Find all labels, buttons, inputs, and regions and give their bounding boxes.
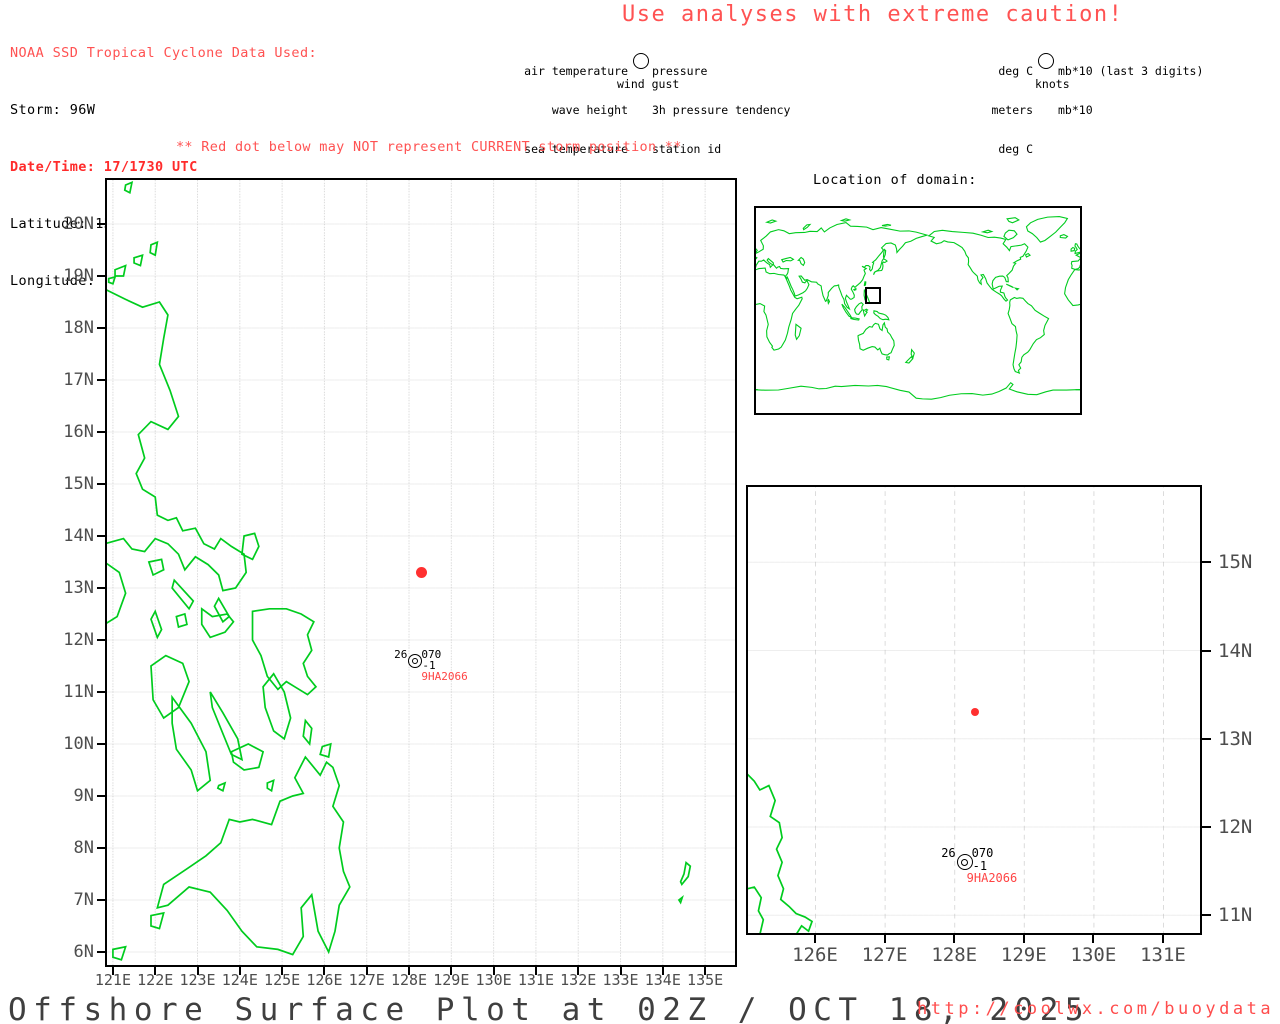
main-lat-tick — [97, 638, 106, 641]
inset-lon-tick-label: 131E — [1140, 944, 1186, 966]
main-lat-tick-label: 12N — [63, 629, 94, 650]
station-legend-right: pressure 3h pressure tendency station id — [652, 39, 790, 182]
units-model-circle-icon — [1038, 53, 1054, 69]
inset-lon-tick-label: 130E — [1070, 944, 1117, 966]
main-lat-tick — [97, 794, 106, 797]
station-pressure: 070 — [971, 846, 994, 861]
units-legend-right: mb*10 (last 3 digits) mb*10 — [1058, 39, 1203, 143]
main-lat-tick — [97, 690, 106, 693]
source-url: http://coolwx.com/buoydata — [917, 999, 1275, 1019]
main-lat-tick-label: 19N — [63, 265, 94, 286]
units-pressure: mb*10 (last 3 digits) — [1058, 64, 1204, 78]
inset-lat-tick-label: 11N — [1218, 904, 1253, 927]
inset-lat-tick — [1202, 737, 1211, 740]
main-lat-tick — [97, 222, 106, 225]
caution-banner: Use analyses with extreme caution! — [622, 2, 1124, 27]
legend-air-temperature: air temperature — [524, 64, 628, 78]
inset-lon-tick — [883, 935, 886, 943]
world-coastlines-wrap-right — [1063, 215, 1080, 400]
world-map — [756, 208, 1080, 413]
storm-id: Storm: 96W — [10, 102, 96, 118]
main-lat-tick-label: 10N — [63, 733, 94, 754]
units-sea-temperature: deg C — [998, 142, 1033, 156]
inset-lat-tick-label: 15N — [1218, 551, 1253, 574]
inset-lat-tick-label: 14N — [1218, 639, 1253, 662]
inset-lat-tick — [1202, 649, 1211, 652]
inset-lat-tick — [1202, 914, 1211, 917]
inset-lon-tick-label: 127E — [861, 944, 908, 966]
world-coastlines — [756, 217, 1080, 400]
main-lat-tick — [97, 274, 106, 277]
main-lon-tick-label: 135E — [687, 971, 724, 989]
philippines-coastlines — [107, 182, 690, 959]
main-lat-tick — [97, 482, 106, 485]
main-lat-tick — [97, 846, 106, 849]
main-lat-tick — [97, 430, 106, 433]
main-lat-tick-label: 16N — [63, 421, 94, 442]
inset-lon-tick — [814, 935, 816, 943]
inset-lon-tick-label: 129E — [1000, 944, 1047, 966]
main-lat-tick — [97, 326, 106, 329]
domain-extent-box — [865, 287, 881, 304]
main-lat-tick-label: 8N — [73, 837, 94, 858]
units-legend-left: deg C meters deg C — [933, 39, 1033, 182]
inset-lon-tick — [1022, 935, 1025, 943]
inset-lat-tick — [1202, 561, 1211, 564]
main-lat-tick-label: 20N — [63, 213, 94, 234]
inset-lon-tick — [1092, 935, 1095, 943]
station-id: 9HA2066 — [421, 669, 468, 683]
storm-datetime: Date/Time: 17/1730 UTC — [10, 159, 198, 175]
units-pressure-tendency: mb*10 — [1058, 103, 1093, 117]
main-lat-tick-label: 7N — [73, 889, 94, 910]
main-lat-tick-label: 14N — [63, 525, 94, 546]
inset-lon-tick-label: 126E — [792, 944, 838, 966]
main-lat-tick-label: 9N — [73, 785, 94, 806]
main-lat-tick — [97, 378, 106, 381]
inset-lon-tick-label: 128E — [931, 944, 978, 966]
station-air-temp: 26 — [394, 647, 408, 661]
inset-lon-tick — [1162, 935, 1164, 943]
domain-map-title: Location of domain: — [813, 172, 977, 188]
units-wind-gust: knots — [1035, 77, 1070, 91]
world-coastlines-wrap-left — [756, 215, 759, 400]
station-id: 9HA2066 — [966, 871, 1018, 886]
main-lat-tick-label: 13N — [63, 577, 94, 598]
main-lat-tick — [97, 950, 106, 953]
main-lat-tick-label: 11N — [63, 681, 94, 702]
units-air-temperature: deg C — [998, 64, 1033, 78]
inset-coastlines — [748, 774, 812, 933]
main-lat-tick — [97, 534, 106, 537]
main-lat-tick-label: 6N — [73, 941, 94, 962]
station-inner-circle-icon — [961, 858, 969, 866]
inset-lat-tick — [1202, 826, 1211, 829]
station-model-circle-icon — [633, 53, 649, 69]
storm-position-warning: ** Red dot below may NOT represent CURRE… — [176, 139, 682, 155]
inset-lat-tick-label: 13N — [1218, 727, 1253, 750]
inset-lat-tick-label: 12N — [1218, 816, 1253, 839]
main-lat-tick — [97, 586, 106, 589]
station-air-temp: 26 — [941, 846, 956, 861]
legend-wave-height: wave height — [551, 103, 628, 117]
main-lat-tick — [97, 898, 106, 901]
main-lat-tick-label: 18N — [63, 317, 94, 338]
units-wave-height: meters — [991, 103, 1033, 117]
station-legend-left: air temperature wave height sea temperat… — [450, 39, 628, 182]
main-lat-tick-label: 15N — [63, 473, 94, 494]
legend-pressure-tendency: 3h pressure tendency — [652, 103, 791, 117]
offshore-surface-plot: NOAA SSD Tropical Cyclone Data Used: Sto… — [0, 0, 1280, 1024]
inset-lon-tick — [953, 935, 956, 943]
main-lat-tick — [97, 742, 106, 745]
storm-data-source: NOAA SSD Tropical Cyclone Data Used: — [10, 45, 317, 61]
world-map-frame — [754, 206, 1082, 415]
legend-wind-gust: wind gust — [617, 77, 680, 91]
main-lat-tick-label: 17N — [63, 369, 94, 390]
